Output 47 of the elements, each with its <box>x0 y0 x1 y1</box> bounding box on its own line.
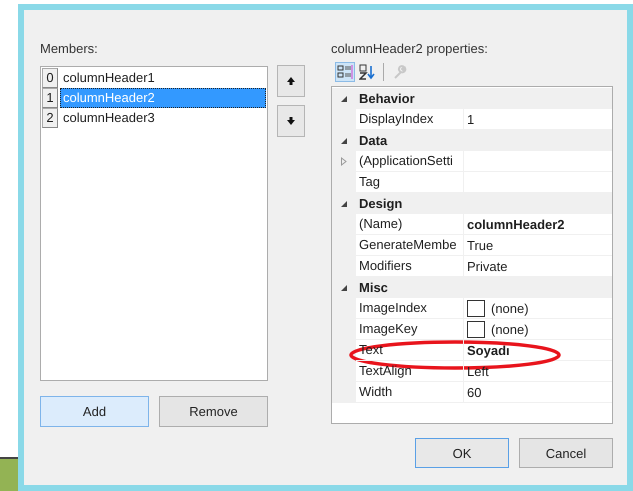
move-down-button[interactable] <box>277 105 305 137</box>
property-name[interactable]: GenerateMembe <box>356 235 464 256</box>
remove-button[interactable]: Remove <box>159 396 268 427</box>
move-up-button[interactable] <box>277 65 305 97</box>
cancel-button[interactable]: Cancel <box>519 438 613 468</box>
property-value[interactable]: Private <box>467 258 508 274</box>
wrench-icon <box>392 64 408 80</box>
alphabetical-button[interactable] <box>357 62 377 82</box>
properties-label: columnHeader2 properties: <box>331 40 489 58</box>
sort-az-icon <box>359 64 375 80</box>
index-box: 0 <box>42 68 58 88</box>
index-box: 1 <box>42 88 58 108</box>
property-name[interactable]: TextAlign <box>356 361 464 382</box>
row-gutter <box>332 382 356 403</box>
collapse-icon[interactable] <box>340 94 348 102</box>
desktop-strip <box>0 457 18 491</box>
add-button[interactable]: Add <box>40 396 149 427</box>
property-name[interactable]: (ApplicationSetti <box>356 151 464 172</box>
property-value[interactable]: (none) <box>491 322 529 336</box>
index-box: 2 <box>42 108 58 128</box>
members-label: Members: <box>40 40 99 58</box>
property-name[interactable]: ImageIndex <box>356 298 464 319</box>
property-name[interactable]: ImageKey <box>356 319 464 340</box>
property-value[interactable]: Soyadı <box>467 342 510 358</box>
collapse-icon[interactable] <box>340 136 348 144</box>
collapse-icon[interactable] <box>340 200 348 208</box>
ok-button[interactable]: OK <box>415 438 509 468</box>
image-swatch <box>467 320 485 338</box>
categorized-button[interactable] <box>335 62 355 82</box>
property-value[interactable]: (none) <box>491 300 529 316</box>
member-item[interactable]: columnHeader3 <box>60 108 266 128</box>
categorized-icon <box>337 64 353 80</box>
property-value[interactable]: columnHeader2 <box>467 216 565 232</box>
image-swatch <box>467 300 485 316</box>
property-name[interactable]: (Name) <box>356 214 464 235</box>
member-item[interactable]: columnHeader1 <box>60 68 266 88</box>
up-arrow-icon <box>286 76 296 86</box>
collapse-icon[interactable] <box>340 284 348 292</box>
property-value[interactable]: 1 <box>467 112 474 126</box>
category-label: Design <box>358 195 402 213</box>
category-label: Behavior <box>358 90 415 108</box>
down-arrow-icon <box>286 116 296 126</box>
category-label: Data <box>358 132 388 150</box>
property-value[interactable]: 60 <box>467 384 482 400</box>
category-label: Misc <box>358 279 388 297</box>
property-name[interactable]: Width <box>356 382 464 403</box>
property-value[interactable]: True <box>467 238 494 252</box>
